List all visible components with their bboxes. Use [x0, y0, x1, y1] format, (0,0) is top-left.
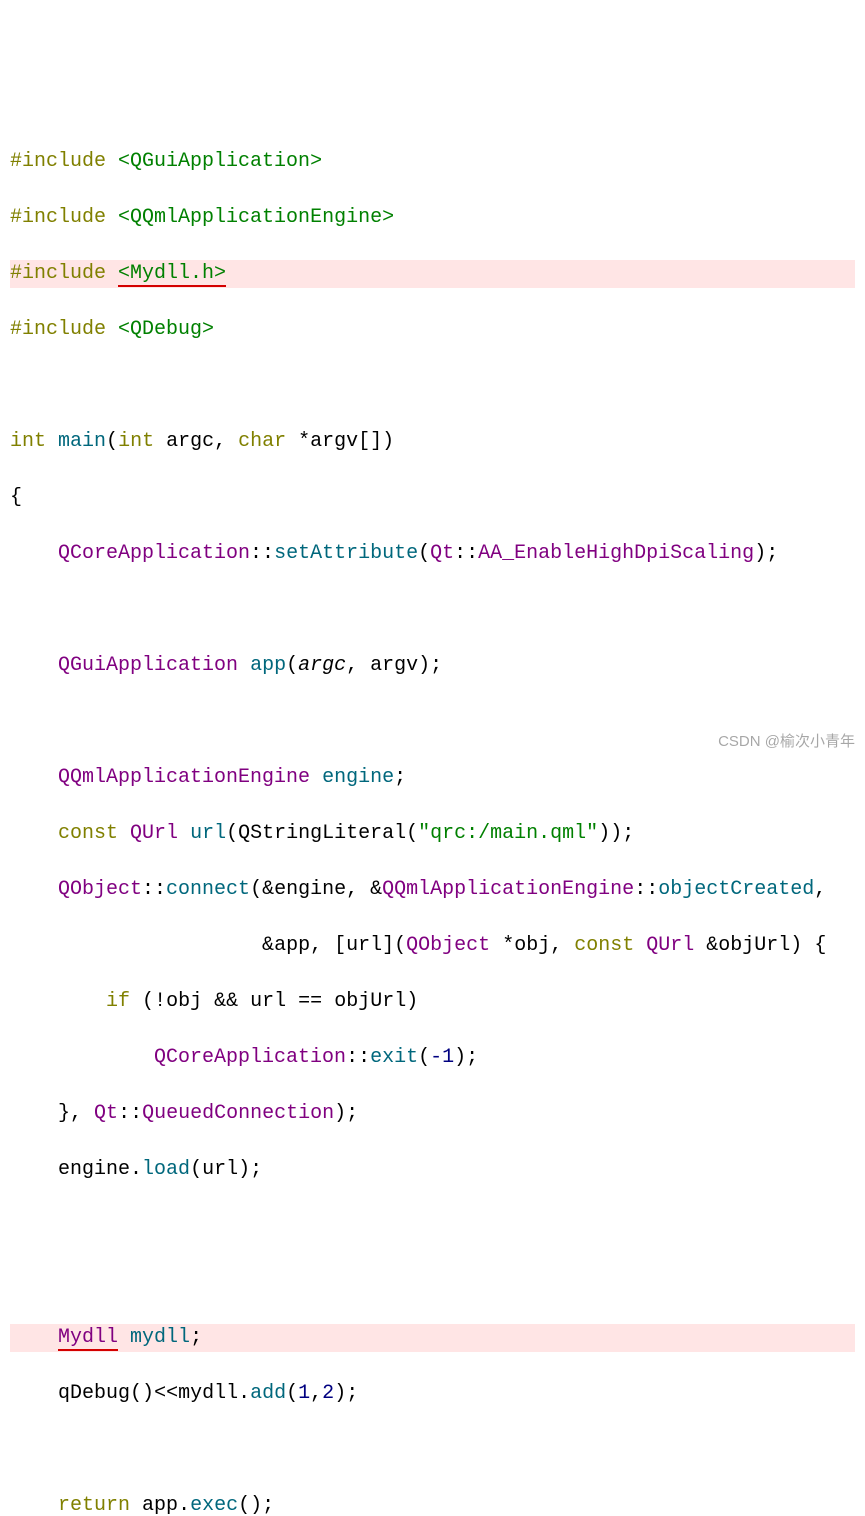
code-line [10, 596, 855, 624]
code-line: #include <QQmlApplicationEngine> [10, 204, 855, 232]
code-line: qDebug()<<mydll.add(1,2); [10, 1380, 855, 1408]
code-line: #include <QGuiApplication> [10, 148, 855, 176]
code-line: }, Qt::QueuedConnection); [10, 1100, 855, 1128]
preproc-include: #include [10, 262, 106, 285]
header-mydll: <Mydll.h> [118, 262, 226, 287]
code-line [10, 1268, 855, 1296]
code-line: Mydll mydll; [10, 1324, 855, 1352]
type-qqmlapplicationengine: QQmlApplicationEngine [58, 766, 310, 789]
header-qqmlapplicationengine: <QQmlApplicationEngine> [118, 206, 394, 229]
fn-exit: exit [370, 1046, 418, 1069]
preproc-include: #include [10, 150, 106, 173]
code-line: const QUrl url(QStringLiteral("qrc:/main… [10, 820, 855, 848]
var-mydll: mydll [130, 1326, 190, 1349]
var-url: url [190, 822, 226, 845]
preproc-include: #include [10, 206, 106, 229]
code-line: QObject::connect(&engine, &QQmlApplicati… [10, 876, 855, 904]
fn-connect: connect [166, 878, 250, 901]
fn-main: main [58, 430, 106, 453]
var-app: app [250, 654, 286, 677]
kw-return: return [58, 1494, 130, 1516]
string-qrc: "qrc:/main.qml" [418, 822, 598, 845]
header-qguiapplication: <QGuiApplication> [118, 150, 322, 173]
var-engine: engine [322, 766, 394, 789]
type-qcoreapplication: QCoreApplication [58, 542, 250, 565]
code-line: QCoreApplication::setAttribute(Qt::AA_En… [10, 540, 855, 568]
code-line: &app, [url](QObject *obj, const QUrl &ob… [10, 932, 855, 960]
type-qurl: QUrl [130, 822, 178, 845]
code-line: return app.exec(); [10, 1492, 855, 1516]
fn-setattribute: setAttribute [274, 542, 418, 565]
fn-add: add [250, 1382, 286, 1405]
kw-int: int [10, 430, 46, 453]
watermark: CSDN @榆次小青年 [718, 731, 855, 752]
kw-char: char [238, 430, 286, 453]
code-line [10, 1212, 855, 1240]
kw-int: int [118, 430, 154, 453]
code-line: QGuiApplication app(argc, argv); [10, 652, 855, 680]
kw-if: if [106, 990, 130, 1013]
type-qguiapplication: QGuiApplication [58, 654, 238, 677]
code-line: #include <Mydll.h> [10, 260, 855, 288]
type-qobject: QObject [58, 878, 142, 901]
code-line [10, 1436, 855, 1464]
fn-exec: exec [190, 1494, 238, 1516]
code-line: engine.load(url); [10, 1156, 855, 1184]
enum-queuedconnection: QueuedConnection [142, 1102, 334, 1125]
fn-load: load [142, 1158, 190, 1181]
preproc-include: #include [10, 318, 106, 341]
code-line: QCoreApplication::exit(-1); [10, 1044, 855, 1072]
kw-const: const [58, 822, 118, 845]
code-line: { [10, 484, 855, 512]
header-qdebug: <QDebug> [118, 318, 214, 341]
signal-objectcreated: objectCreated [658, 878, 814, 901]
code-line [10, 372, 855, 400]
code-line: #include <QDebug> [10, 316, 855, 344]
type-mydll: Mydll [58, 1326, 118, 1351]
code-line: int main(int argc, char *argv[]) [10, 428, 855, 456]
enum-aa: AA_EnableHighDpiScaling [478, 542, 754, 565]
code-line: if (!obj && url == objUrl) [10, 988, 855, 1016]
code-editor[interactable]: #include <QGuiApplication> #include <QQm… [10, 120, 855, 1516]
code-line: QQmlApplicationEngine engine; [10, 764, 855, 792]
